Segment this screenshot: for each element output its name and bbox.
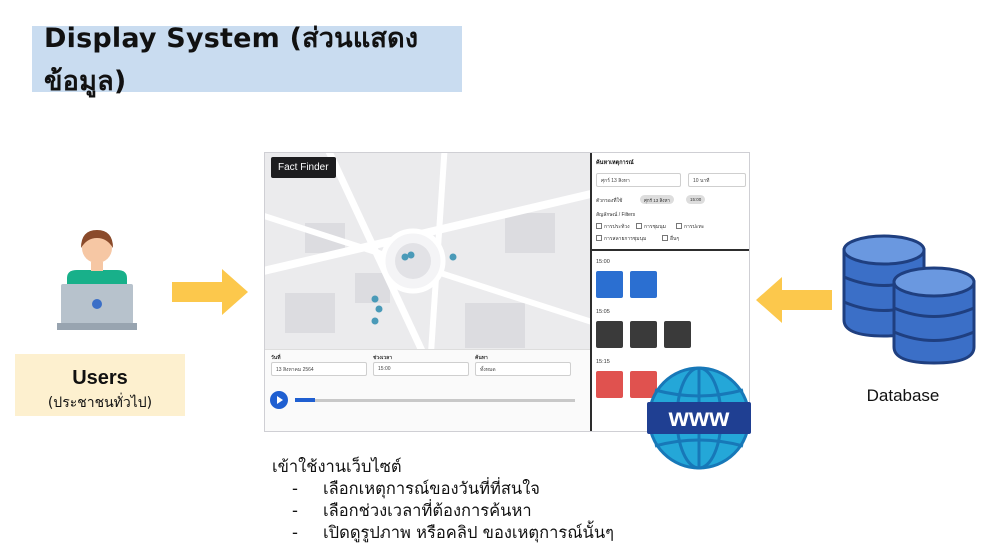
arrow-right-icon <box>172 269 248 315</box>
svg-text:www: www <box>668 402 730 432</box>
users-label: Users <box>72 367 128 389</box>
media-thumbnail[interactable] <box>596 371 623 398</box>
www-globe-icon: www <box>647 366 751 470</box>
caption-list: เลือกเหตุการณ์ของวันที่ที่สนใจ เลือกช่วง… <box>292 478 614 544</box>
play-button[interactable] <box>270 391 288 409</box>
caption-item: เปิดดูรูปภาพ หรือคลิป ของเหตุการณ์นั้นๆ <box>292 522 614 544</box>
side-panel-heading: ค้นหาเหตุการณ์ <box>596 160 634 166</box>
caption: เข้าใช้งานเว็บไซต์ เลือกเหตุการณ์ของวันท… <box>272 456 614 544</box>
side-date-field[interactable]: ศุกร์ 13 สิงหา <box>596 173 681 187</box>
filter-checkbox[interactable] <box>636 223 642 229</box>
filter-checkbox[interactable] <box>676 223 682 229</box>
filter-checkbox-label: การชุมนุม <box>644 224 666 230</box>
filter-chip[interactable]: ศุกร์ 13 สิงหา <box>640 195 674 204</box>
caption-heading: เข้าใช้งานเว็บไซต์ <box>272 457 402 476</box>
title-box: Display System (ส่วนแสดงข้อมูล) <box>32 23 462 97</box>
filter-checkbox-label: อื่นๆ <box>670 236 680 242</box>
media-thumbnail[interactable] <box>596 271 623 298</box>
caption-item: เลือกเหตุการณ์ของวันที่ที่สนใจ <box>292 478 614 500</box>
time-select[interactable]: 15:00 <box>373 362 469 376</box>
timeline-slider[interactable] <box>295 399 575 402</box>
date-field-label: วันที่ <box>271 355 281 361</box>
page-title: Display System (ส่วนแสดงข้อมูล) <box>44 23 419 97</box>
side-duration-select[interactable]: 10 นาที <box>688 173 746 187</box>
fact-finder-button[interactable]: Fact Finder <box>271 157 336 178</box>
database-label: Database <box>866 386 940 405</box>
side-divider <box>592 249 749 251</box>
users-box: Users (ประชาชนทั่วไป) <box>15 354 185 416</box>
time-slot-label: 15:05 <box>596 309 610 315</box>
timeline-panel: วันที่ 13 สิงหาคม 2564 ช่วงเวลา 15:00 ค้… <box>265 349 590 431</box>
users-sublabel: (ประชาชนทั่วไป) <box>47 395 153 411</box>
caption-item: เลือกช่วงเวลาที่ต้องการค้นหา <box>292 500 614 522</box>
event-select[interactable]: ทั้งหมด <box>475 362 571 376</box>
media-thumbnail[interactable] <box>630 321 657 348</box>
filter-checkbox-label: การสลายการชุมนุม <box>604 236 647 242</box>
filter-checkbox-label: การปะทะ <box>684 224 705 230</box>
filter-chip[interactable]: 15:00 <box>686 195 706 204</box>
event-field-label: ค้นหา <box>475 355 488 361</box>
time-slot-label: 15:00 <box>596 259 610 265</box>
filter-checkbox[interactable] <box>662 235 668 241</box>
time-field-label: ช่วงเวลา <box>373 355 393 361</box>
chips-label: ตัวกรองที่ใช้ <box>596 198 623 204</box>
filter-checkbox[interactable] <box>596 235 602 241</box>
time-slot-label: 15:15 <box>596 359 610 365</box>
media-thumbnail[interactable] <box>664 321 691 348</box>
timeline-slider-fill <box>295 398 315 402</box>
arrow-left-icon <box>756 277 832 323</box>
filter-checkbox[interactable] <box>596 223 602 229</box>
database-icon <box>842 234 976 365</box>
filters-label: สัญลักษณ์ / Filters <box>596 212 636 218</box>
media-thumbnail[interactable] <box>596 321 623 348</box>
user-icon <box>57 230 137 330</box>
filter-checkbox-label: การประท้วง <box>604 224 630 230</box>
media-thumbnail[interactable] <box>630 271 657 298</box>
date-field[interactable]: 13 สิงหาคม 2564 <box>271 362 367 376</box>
